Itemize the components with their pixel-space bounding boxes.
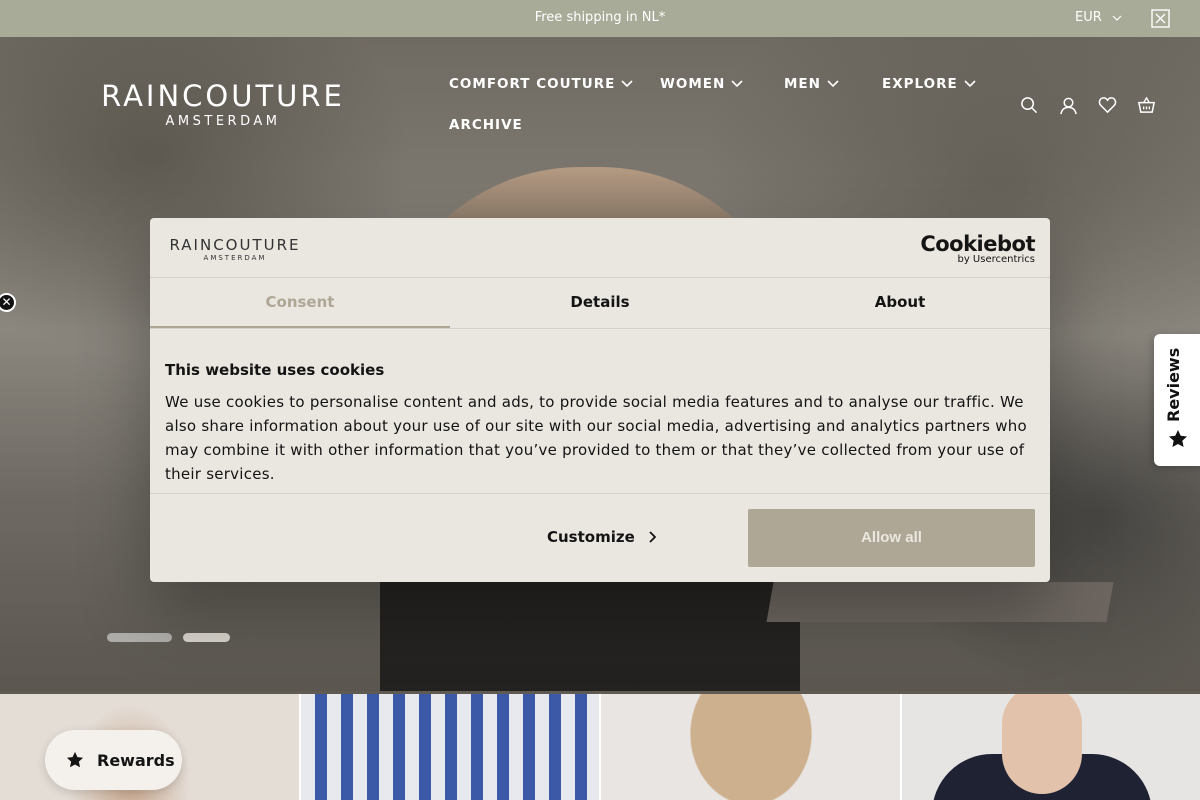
chevron-down-icon bbox=[827, 80, 839, 88]
brand-name: RAINCOUTURE bbox=[101, 79, 345, 113]
cookie-dialog: RAINCOUTURE AMSTERDAM Cookiebot by Userc… bbox=[150, 218, 1050, 582]
chevron-down-icon bbox=[731, 80, 743, 88]
product-card[interactable] bbox=[901, 694, 1200, 800]
slide-dot-1[interactable] bbox=[107, 633, 172, 642]
product-grid bbox=[0, 694, 1200, 800]
nav-label: COMFORT COUTURE bbox=[449, 76, 616, 92]
cookie-logo-sub: AMSTERDAM bbox=[203, 254, 267, 262]
chevron-down-icon bbox=[964, 80, 976, 88]
brand-sub: AMSTERDAM bbox=[165, 114, 281, 129]
divider bbox=[150, 493, 1050, 494]
reviews-tab[interactable]: Reviews bbox=[1154, 334, 1200, 466]
chevron-right-icon bbox=[649, 531, 656, 543]
cookiebot-name: Cookiebot bbox=[920, 232, 1035, 256]
nav-item-archive[interactable]: ARCHIVE bbox=[449, 117, 523, 133]
product-card[interactable] bbox=[300, 694, 599, 800]
star-icon bbox=[1169, 430, 1187, 447]
currency-selector[interactable]: EUR bbox=[1075, 10, 1122, 25]
close-icon[interactable] bbox=[1151, 9, 1170, 28]
search-icon[interactable] bbox=[1020, 96, 1039, 116]
product-image-model bbox=[1001, 694, 1082, 794]
nav-item-men[interactable]: MEN bbox=[784, 76, 839, 92]
nav-item-explore[interactable]: EXPLORE bbox=[882, 76, 976, 92]
allow-all-button[interactable]: Allow all bbox=[748, 509, 1035, 567]
tab-details[interactable]: Details bbox=[450, 278, 750, 328]
slide-dot-2[interactable] bbox=[183, 633, 230, 642]
cookie-tabs: Consent Details About bbox=[150, 278, 1050, 329]
cookie-brand-logo: RAINCOUTURE AMSTERDAM bbox=[165, 236, 305, 262]
tab-consent[interactable]: Consent bbox=[150, 278, 450, 328]
slide-dots bbox=[107, 633, 230, 642]
announcement-bar: Free shipping in NL* EUR bbox=[0, 0, 1200, 37]
announcement-message: Free shipping in NL* bbox=[534, 10, 666, 25]
star-icon bbox=[66, 751, 84, 768]
brand-logo[interactable]: RAINCOUTURE AMSTERDAM bbox=[82, 81, 364, 129]
cookie-header: RAINCOUTURE AMSTERDAM Cookiebot by Userc… bbox=[150, 218, 1050, 278]
nav-label: WOMEN bbox=[660, 76, 726, 92]
tab-about[interactable]: About bbox=[750, 278, 1050, 328]
hero-table bbox=[766, 582, 1114, 622]
rewards-button[interactable]: Rewards bbox=[45, 730, 182, 790]
nav-item-women[interactable]: WOMEN bbox=[660, 76, 743, 92]
cookie-text: We use cookies to personalise content an… bbox=[165, 393, 1027, 483]
currency-label: EUR bbox=[1075, 10, 1102, 25]
cart-icon[interactable] bbox=[1137, 96, 1156, 116]
cookie-logo-text: RAINCOUTURE bbox=[169, 236, 301, 254]
chevron-down-icon bbox=[1112, 15, 1122, 21]
nav-label: ARCHIVE bbox=[449, 117, 523, 133]
reviews-label: Reviews bbox=[1164, 347, 1183, 422]
customize-button[interactable]: Customize bbox=[547, 528, 656, 546]
customize-label: Customize bbox=[547, 528, 635, 546]
account-icon[interactable] bbox=[1059, 96, 1078, 116]
cookiebot-logo[interactable]: Cookiebot by Usercentrics bbox=[920, 232, 1035, 265]
cookie-title: This website uses cookies bbox=[165, 361, 385, 379]
nav-label: EXPLORE bbox=[882, 76, 958, 92]
rewards-label: Rewards bbox=[97, 750, 175, 770]
nav-label: MEN bbox=[784, 76, 821, 92]
wishlist-icon[interactable] bbox=[1098, 96, 1117, 116]
nav-item-comfort-couture[interactable]: COMFORT COUTURE bbox=[449, 76, 633, 92]
chevron-down-icon bbox=[621, 80, 633, 88]
product-card[interactable] bbox=[601, 694, 900, 800]
header-icons bbox=[1020, 96, 1156, 116]
